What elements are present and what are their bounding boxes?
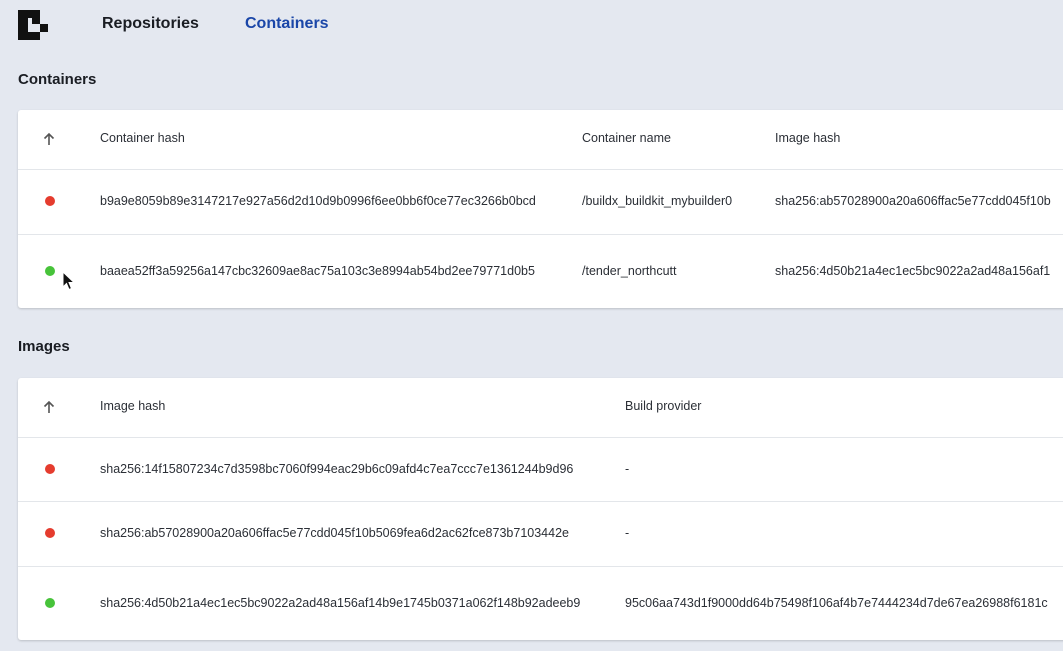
container-hash: baaea52ff3a59256a147cbc32609ae8ac75a103c… bbox=[100, 264, 535, 278]
image-hash: sha256:14f15807234c7d3598bc7060f994eac29… bbox=[100, 462, 574, 476]
mouse-cursor-icon bbox=[62, 271, 76, 291]
container-hash: b9a9e8059b89e3147217e927a56d2d10d9b0996f… bbox=[100, 194, 536, 208]
image-hash: sha256:4d50b21a4ec1ec5bc9022a2ad48a156af… bbox=[100, 596, 581, 610]
arrow-up-icon[interactable] bbox=[42, 132, 56, 146]
table-header-row: Image hash Build provider bbox=[18, 378, 1063, 438]
status-stopped-icon bbox=[45, 196, 55, 206]
images-section-title: Images bbox=[18, 338, 70, 355]
images-table: Image hash Build provider sha256:14f1580… bbox=[18, 378, 1063, 640]
image-hash: sha256:ab57028900a20a606ffac5e77cdd045f1… bbox=[775, 194, 1051, 208]
column-header-image-hash[interactable]: Image hash bbox=[775, 131, 840, 145]
container-name: /buildx_buildkit_mybuilder0 bbox=[582, 194, 733, 208]
table-header-row: Container hash Container name Image hash bbox=[18, 110, 1063, 170]
nav-repositories-link[interactable]: Repositories bbox=[102, 15, 199, 33]
arrow-up-icon[interactable] bbox=[42, 400, 56, 414]
image-hash: sha256:4d50b21a4ec1ec5bc9022a2ad48a156af… bbox=[775, 264, 1051, 278]
build-provider: - bbox=[625, 526, 630, 540]
status-in-use-icon bbox=[45, 598, 55, 608]
table-row[interactable]: sha256:14f15807234c7d3598bc7060f994eac29… bbox=[18, 437, 1063, 502]
status-unused-icon bbox=[45, 528, 55, 538]
table-row[interactable]: sha256:ab57028900a20a606ffac5e77cdd045f1… bbox=[18, 501, 1063, 567]
containers-table: Container hash Container name Image hash… bbox=[18, 110, 1063, 308]
container-name: /tender_northcutt bbox=[582, 264, 677, 278]
container-logo-icon[interactable] bbox=[18, 10, 50, 40]
column-header-build-provider[interactable]: Build provider bbox=[625, 399, 701, 413]
column-header-image-hash[interactable]: Image hash bbox=[100, 399, 165, 413]
column-header-container-name[interactable]: Container name bbox=[582, 131, 671, 145]
table-row[interactable]: b9a9e8059b89e3147217e927a56d2d10d9b0996f… bbox=[18, 169, 1063, 235]
table-row[interactable]: sha256:4d50b21a4ec1ec5bc9022a2ad48a156af… bbox=[18, 566, 1063, 640]
nav-containers-link[interactable]: Containers bbox=[245, 15, 329, 33]
status-unused-icon bbox=[45, 464, 55, 474]
build-provider: - bbox=[625, 462, 630, 476]
top-nav: Repositories Containers bbox=[0, 0, 1063, 50]
image-hash: sha256:ab57028900a20a606ffac5e77cdd045f1… bbox=[100, 526, 569, 540]
column-header-container-hash[interactable]: Container hash bbox=[100, 131, 185, 145]
containers-section-title: Containers bbox=[18, 71, 97, 88]
status-running-icon bbox=[45, 266, 55, 276]
build-provider: 95c06aa743d1f9000dd64b75498f106af4b7e744… bbox=[625, 596, 1048, 610]
table-row[interactable]: baaea52ff3a59256a147cbc32609ae8ac75a103c… bbox=[18, 234, 1063, 308]
